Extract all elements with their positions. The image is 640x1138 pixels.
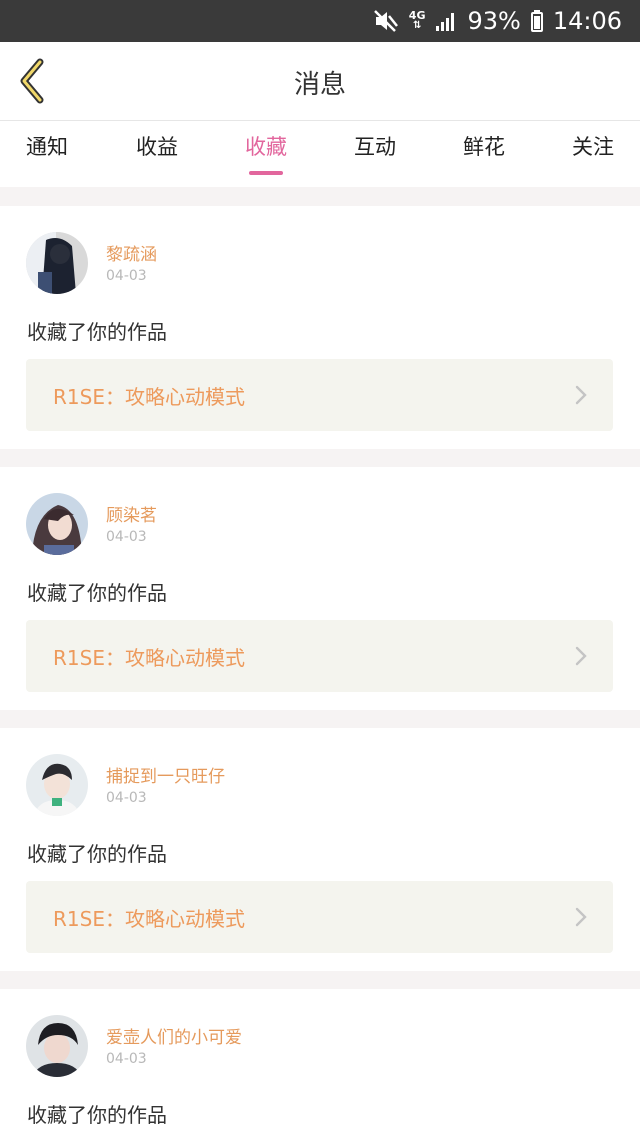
message-date: 04-03	[106, 268, 147, 284]
action-text: 收藏了你的作品	[27, 1103, 167, 1127]
username[interactable]: 爱壶人们的小可爱	[106, 1023, 242, 1048]
divider	[0, 187, 640, 206]
tab-notifications[interactable]: 通知	[26, 131, 68, 161]
tab-interactions[interactable]: 互动	[354, 131, 396, 161]
tab-earnings[interactable]: 收益	[136, 131, 178, 161]
tab-flowers[interactable]: 鲜花	[463, 131, 505, 161]
username[interactable]: 黎疏涵	[106, 240, 157, 265]
battery-percent: 93%	[467, 7, 521, 35]
tab-favorites[interactable]: 收藏	[245, 131, 287, 175]
work-link[interactable]: R1SE：攻略心动模式	[26, 881, 613, 953]
chevron-right-icon	[575, 907, 587, 927]
page-title: 消息	[293, 70, 346, 100]
work-title: R1SE：攻略心动模式	[53, 907, 245, 931]
network-4g-icon: 4G ⇅	[408, 9, 426, 31]
tab-bar: 通知 收益 收藏 互动 鲜花 关注	[0, 121, 640, 187]
message-date: 04-03	[106, 1051, 147, 1067]
action-text: 收藏了你的作品	[27, 842, 167, 866]
message-item: 捕捉到一只旺仔 04-03 收藏了你的作品 R1SE：攻略心动模式	[0, 728, 640, 971]
avatar[interactable]	[26, 754, 88, 816]
work-title: R1SE：攻略心动模式	[53, 646, 245, 670]
chevron-right-icon	[575, 646, 587, 666]
username[interactable]: 捕捉到一只旺仔	[106, 762, 225, 787]
message-item: 爱壶人们的小可爱 04-03 收藏了你的作品	[0, 989, 640, 1138]
signal-icon	[435, 10, 457, 32]
divider	[0, 710, 640, 729]
avatar[interactable]	[26, 1015, 88, 1077]
mute-icon	[373, 9, 399, 33]
work-link[interactable]: R1SE：攻略心动模式	[26, 359, 613, 431]
tab-favorites-label: 收藏	[245, 135, 287, 159]
action-text: 收藏了你的作品	[27, 581, 167, 605]
message-item: 黎疏涵 04-03 收藏了你的作品 R1SE：攻略心动模式	[0, 206, 640, 449]
active-tab-indicator	[249, 171, 283, 175]
header: 消息	[0, 42, 640, 121]
username[interactable]: 顾染茗	[106, 501, 157, 526]
work-title: R1SE：攻略心动模式	[53, 385, 245, 409]
avatar[interactable]	[26, 493, 88, 555]
divider	[0, 449, 640, 468]
avatar[interactable]	[26, 232, 88, 294]
action-text: 收藏了你的作品	[27, 320, 167, 344]
chevron-right-icon	[575, 385, 587, 405]
battery-icon	[530, 10, 543, 32]
tab-follows[interactable]: 关注	[572, 131, 614, 161]
message-item: 顾染茗 04-03 收藏了你的作品 R1SE：攻略心动模式	[0, 467, 640, 710]
status-bar: 4G ⇅ 93% 14:06	[0, 0, 640, 42]
message-date: 04-03	[106, 529, 147, 545]
work-link[interactable]: R1SE：攻略心动模式	[26, 620, 613, 692]
status-time: 14:06	[552, 7, 622, 35]
divider	[0, 971, 640, 990]
message-date: 04-03	[106, 790, 147, 806]
